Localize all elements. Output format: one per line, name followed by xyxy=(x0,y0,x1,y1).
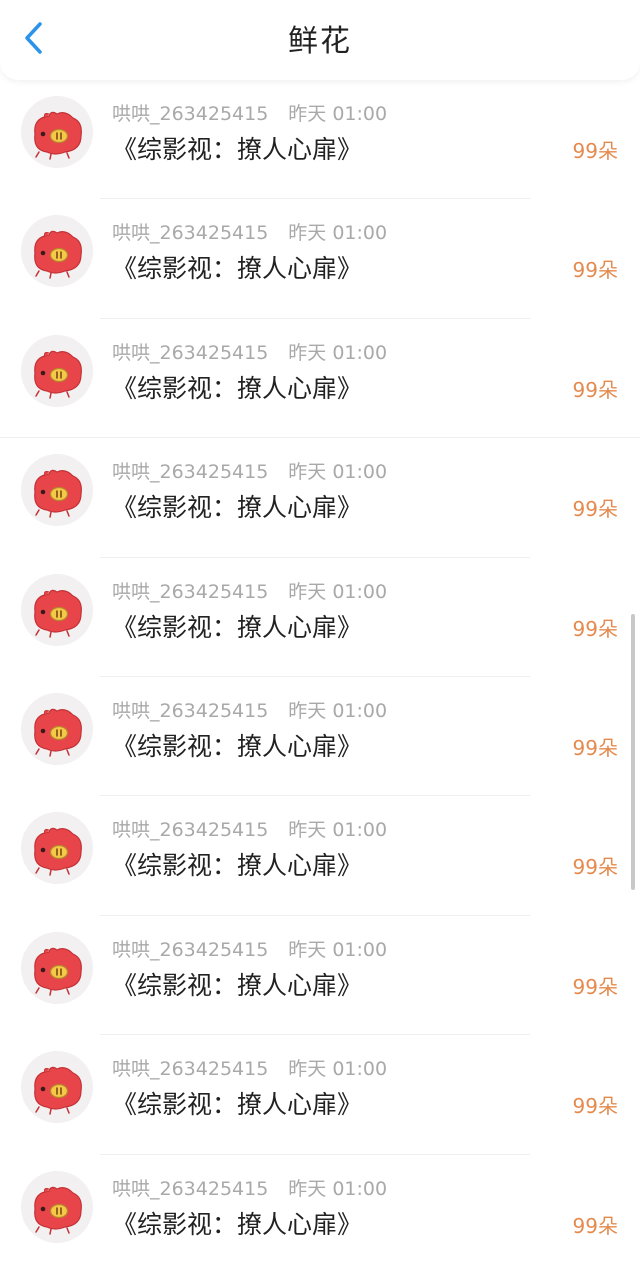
page-title: 鲜花 xyxy=(288,24,352,59)
username: 哄哄_263425415 xyxy=(112,1058,269,1081)
book-title: 《综影视：撩人心扉》 xyxy=(112,970,363,1000)
book-title: 《综影视：撩人心扉》 xyxy=(112,373,363,403)
timestamp: 昨天 01:00 xyxy=(288,1058,388,1081)
avatar[interactable] xyxy=(21,96,93,168)
flower-count: 99朵 xyxy=(572,258,618,283)
pig-avatar-icon xyxy=(21,1051,93,1124)
book-title: 《综影视：撩人心扉》 xyxy=(112,731,363,761)
pig-avatar-icon xyxy=(21,573,93,646)
timestamp: 昨天 01:00 xyxy=(288,461,388,484)
record-meta: 哄哄_263425415 昨天 01:00 xyxy=(112,816,387,844)
pig-avatar-icon xyxy=(21,692,93,765)
avatar[interactable] xyxy=(21,454,93,527)
timestamp: 昨天 01:00 xyxy=(288,580,388,603)
username: 哄哄_263425415 xyxy=(112,1177,269,1200)
flower-record-list: 哄哄_263425415 昨天 01:00 《综影视：撩人心扉》 99朵 哄哄_2… xyxy=(0,80,640,1264)
avatar[interactable] xyxy=(21,215,93,288)
username: 哄哄_263425415 xyxy=(112,103,269,125)
list-item[interactable]: 哄哄_263425415 昨天 01:00 《综影视：撩人心扉》 99朵 xyxy=(0,916,640,1036)
scrollbar[interactable] xyxy=(631,614,635,890)
timestamp: 昨天 01:00 xyxy=(288,341,388,364)
list-item[interactable]: 哄哄_263425415 昨天 01:00 《综影视：撩人心扉》 99朵 xyxy=(0,199,640,320)
flowers-page: 鲜花 哄哄_263425415 昨天 01:00 《综影视：撩人心扉》 99朵 xyxy=(0,0,640,1264)
pig-avatar-icon xyxy=(21,931,93,1004)
timestamp: 昨天 01:00 xyxy=(288,103,388,125)
flower-count: 99朵 xyxy=(572,616,618,641)
list-item[interactable]: 哄哄_263425415 昨天 01:00 《综影视：撩人心扉》 99朵 xyxy=(0,1035,640,1155)
record-meta: 哄哄_263425415 昨天 01:00 xyxy=(112,1055,387,1083)
pig-avatar-icon xyxy=(21,812,93,885)
top-bar: 鲜花 xyxy=(0,0,640,80)
username: 哄哄_263425415 xyxy=(112,222,269,245)
list-item[interactable]: 哄哄_263425415 昨天 01:00 《综影视：撩人心扉》 99朵 xyxy=(0,319,640,439)
avatar[interactable] xyxy=(21,812,93,885)
avatar[interactable] xyxy=(21,334,93,407)
book-title: 《综影视：撩人心扉》 xyxy=(112,851,363,881)
flower-count: 99朵 xyxy=(572,497,618,522)
flower-count: 99朵 xyxy=(572,1213,618,1238)
timestamp: 昨天 01:00 xyxy=(288,1177,388,1200)
username: 哄哄_263425415 xyxy=(112,461,269,484)
timestamp: 昨天 01:00 xyxy=(288,222,388,245)
avatar[interactable] xyxy=(21,931,93,1004)
list-item[interactable]: 哄哄_263425415 昨天 01:00 《综影视：撩人心扉》 99朵 xyxy=(0,558,640,678)
record-meta: 哄哄_263425415 昨天 01:00 xyxy=(112,100,387,128)
pig-avatar-icon xyxy=(21,334,93,407)
list-item[interactable]: 哄哄_263425415 昨天 01:00 《综影视：撩人心扉》 99朵 xyxy=(0,80,640,200)
record-meta: 哄哄_263425415 昨天 01:00 xyxy=(112,936,387,964)
record-meta: 哄哄_263425415 昨天 01:00 xyxy=(112,458,387,486)
record-meta: 哄哄_263425415 昨天 01:00 xyxy=(112,1175,387,1203)
record-meta: 哄哄_263425415 昨天 01:00 xyxy=(112,578,387,606)
avatar[interactable] xyxy=(21,1051,93,1124)
flower-count: 99朵 xyxy=(572,974,618,999)
pig-avatar-icon xyxy=(21,1170,93,1243)
record-meta: 哄哄_263425415 昨天 01:00 xyxy=(112,339,387,367)
username: 哄哄_263425415 xyxy=(112,341,269,364)
flower-count: 99朵 xyxy=(572,139,618,163)
flower-count: 99朵 xyxy=(572,1094,618,1119)
flower-count: 99朵 xyxy=(572,855,618,880)
book-title: 《综影视：撩人心扉》 xyxy=(112,1209,363,1239)
username: 哄哄_263425415 xyxy=(112,938,269,961)
book-title: 《综影视：撩人心扉》 xyxy=(112,254,363,284)
username: 哄哄_263425415 xyxy=(112,699,269,722)
username: 哄哄_263425415 xyxy=(112,819,269,842)
list-item[interactable]: 哄哄_263425415 昨天 01:00 《综影视：撩人心扉》 99朵 xyxy=(0,796,640,917)
timestamp: 昨天 01:00 xyxy=(288,938,388,961)
avatar[interactable] xyxy=(21,573,93,646)
timestamp: 昨天 01:00 xyxy=(288,699,388,722)
pig-avatar-icon xyxy=(21,215,93,288)
record-meta: 哄哄_263425415 昨天 01:00 xyxy=(112,697,387,725)
record-meta: 哄哄_263425415 昨天 01:00 xyxy=(112,219,387,247)
username: 哄哄_263425415 xyxy=(112,580,269,603)
avatar[interactable] xyxy=(21,692,93,765)
book-title: 《综影视：撩人心扉》 xyxy=(112,135,363,164)
list-item[interactable]: 哄哄_263425415 昨天 01:00 《综影视：撩人心扉》 99朵 xyxy=(0,438,640,558)
pig-avatar-icon xyxy=(21,96,93,168)
list-item[interactable]: 哄哄_263425415 昨天 01:00 《综影视：撩人心扉》 99朵 xyxy=(0,1155,640,1264)
book-title: 《综影视：撩人心扉》 xyxy=(112,1090,363,1120)
list-item[interactable]: 哄哄_263425415 昨天 01:00 《综影视：撩人心扉》 99朵 xyxy=(0,677,640,797)
flower-count: 99朵 xyxy=(572,377,618,402)
book-title: 《综影视：撩人心扉》 xyxy=(112,612,363,642)
book-title: 《综影视：撩人心扉》 xyxy=(112,493,363,523)
flower-count: 99朵 xyxy=(572,735,618,760)
pig-avatar-icon xyxy=(21,454,93,527)
timestamp: 昨天 01:00 xyxy=(288,819,388,842)
avatar[interactable] xyxy=(21,1170,93,1243)
